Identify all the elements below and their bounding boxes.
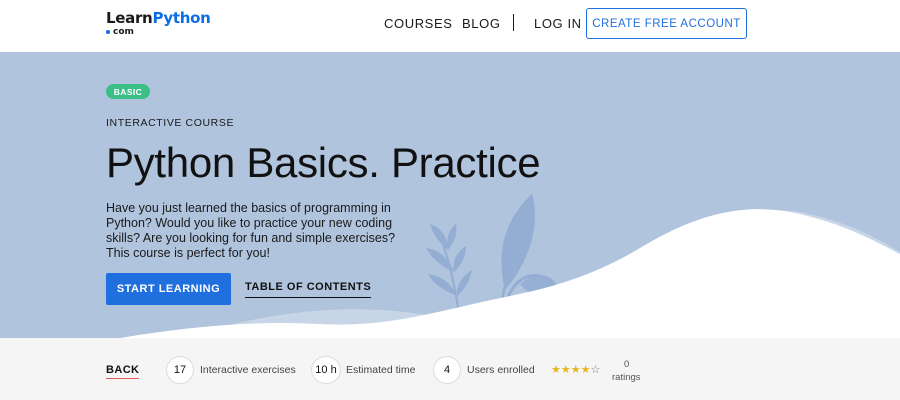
- course-description: Have you just learned the basics of prog…: [106, 201, 396, 260]
- logo-dot-icon: [106, 30, 110, 34]
- table-of-contents-link[interactable]: TABLE OF CONTENTS: [245, 281, 372, 298]
- course-title: Python Basics. Practice: [106, 139, 541, 186]
- users-enrolled-label: Users enrolled: [467, 364, 535, 376]
- nav-divider: [513, 14, 514, 31]
- users-enrolled-count: 4: [433, 356, 461, 384]
- logo-domain: com: [106, 27, 211, 37]
- logo[interactable]: LearnPython com: [106, 10, 211, 37]
- course-hero: BASIC INTERACTIVE COURSE Python Basics. …: [0, 52, 900, 338]
- logo-wordmark: LearnPython: [106, 9, 211, 27]
- star-empty-icon: ☆: [590, 364, 601, 376]
- course-type-label: INTERACTIVE COURSE: [106, 117, 235, 129]
- ratings-count: 0: [624, 359, 630, 370]
- nav-blog[interactable]: BLOG: [462, 0, 501, 46]
- login-link[interactable]: LOG IN: [534, 0, 582, 46]
- star-full-icon: ★: [551, 364, 561, 376]
- back-link[interactable]: BACK: [106, 364, 140, 379]
- exercises-label: Interactive exercises: [200, 364, 296, 376]
- start-learning-button[interactable]: START LEARNING: [106, 273, 231, 305]
- rating-stars: ★★★★☆: [551, 363, 600, 376]
- estimated-time-value: 10 h: [311, 356, 341, 384]
- course-stats-bar: BACK 17 Interactive exercises 10 h Estim…: [0, 338, 900, 400]
- estimated-time-label: Estimated time: [346, 364, 416, 376]
- star-full-icon: ★: [570, 364, 581, 376]
- nav-courses[interactable]: COURSES: [384, 0, 453, 46]
- star-full-icon: ★: [560, 364, 571, 376]
- ratings-label: ratings: [612, 372, 641, 383]
- create-account-button[interactable]: CREATE FREE ACCOUNT: [586, 8, 747, 39]
- exercises-count: 17: [166, 356, 194, 384]
- star-half-icon: ★: [580, 364, 591, 376]
- level-badge: BASIC: [106, 84, 150, 99]
- site-header: LearnPython com COURSES BLOG LOG IN CREA…: [0, 0, 900, 52]
